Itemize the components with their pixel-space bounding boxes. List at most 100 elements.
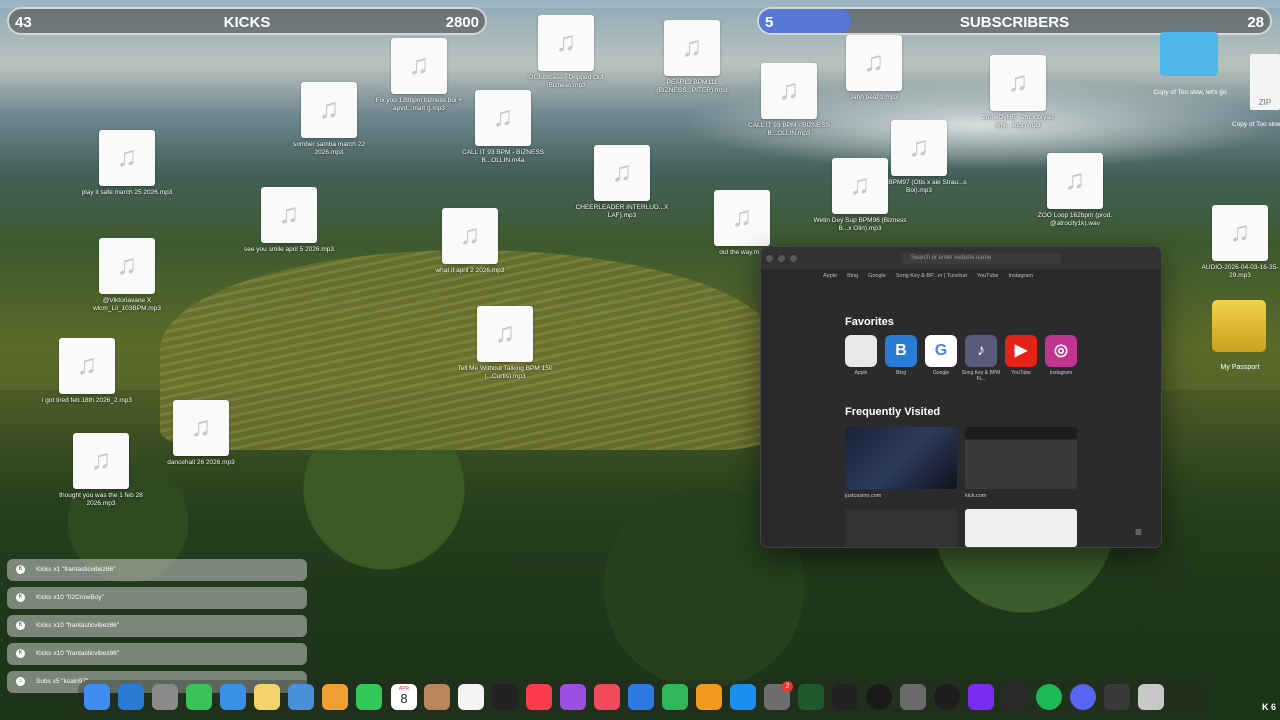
desktop-file[interactable]: ♫ dancehall 26 2026.mp3 (153, 400, 249, 467)
instagram-icon: ◎ (1045, 335, 1077, 367)
desktop-file[interactable]: ♫ Tell Me Without Talking BPM 150 (...Cur… (457, 306, 553, 381)
desktop-file[interactable]: ♫ CHEERLEADER INTERLUD...X LAF).mp3 (574, 145, 670, 220)
folder-icon[interactable] (1160, 32, 1218, 76)
google-icon: G (925, 335, 957, 367)
audio-file-icon: ♫ (173, 400, 229, 456)
bookmark-apple[interactable]: Apple (823, 273, 837, 279)
desktop-file[interactable]: ♫ 2forwOyNE - 2fo x bryan tyty-...inor).m… (970, 55, 1066, 130)
subscribers-counter: 5 SUBSCRIBERS 28 (757, 7, 1272, 35)
audio2-icon[interactable] (1002, 684, 1028, 710)
preview-icon[interactable] (288, 684, 314, 710)
messages-icon[interactable] (186, 684, 212, 710)
compressor-icon[interactable] (900, 684, 926, 710)
audio-file-icon: ♫ (477, 306, 533, 362)
reminders-icon[interactable] (458, 684, 484, 710)
desktop-file[interactable]: ♫ i got tired feb 18th 2026_2.mp3 (39, 338, 135, 405)
notification: K Kicks x1 "frantasticvibez86" (7, 559, 307, 581)
site-thumbnail (965, 427, 1077, 489)
bing-icon: B (885, 335, 917, 367)
obs-icon[interactable] (934, 684, 960, 710)
audio-file-icon: ♫ (832, 158, 888, 214)
desktop-file[interactable]: ♫ Fix you 128bpm bizness boi + apvd...mat… (371, 38, 467, 113)
discord-icon[interactable] (1070, 684, 1096, 710)
launchpad-icon[interactable] (152, 684, 178, 710)
audio-file-icon: ♫ (475, 90, 531, 146)
safari-toolbar: Search or enter website name (761, 247, 1161, 269)
bookmarks-bar: Apple Bing Google Song Key & BP...er | T… (761, 269, 1161, 283)
close-button[interactable] (766, 254, 773, 262)
kick-icon: K (16, 565, 25, 574)
desktop-file[interactable]: ♫ what if april 2 2026.mp3 (422, 208, 518, 275)
desktop-file[interactable]: ♫ @Viktoriavane X wlcm_Lil_103BPM.mp3 (79, 238, 175, 313)
address-bar[interactable]: Search or enter website name (901, 253, 1061, 264)
notes-icon[interactable] (254, 684, 280, 710)
bookmark-tunebat[interactable]: Song Key & BP...er | Tunebat (896, 273, 967, 279)
favorites-heading: Favorites (845, 316, 894, 328)
zoom-button[interactable] (790, 254, 797, 262)
notification: K Kicks x10 "frantasticvibez86" (7, 643, 307, 665)
news-icon[interactable] (594, 684, 620, 710)
audio-file-icon: ♫ (846, 35, 902, 91)
frequent-site-empty[interactable] (845, 509, 957, 547)
desktop-file[interactable]: ♫ Of Justcase - Dripped Out (Bizness.mp3 (518, 15, 614, 90)
desktop-file[interactable]: ♫ AUDIO-2026-04-03-16-35-29.mp3 (1192, 205, 1280, 280)
ilok-icon[interactable] (832, 684, 858, 710)
desktop-file[interactable]: ♫ see you smile april 5 2026.mp3 (241, 187, 337, 254)
desktop-file[interactable]: ♫ CALL IT 93 BPM - BIZNESS B...OLLIN.m4a (455, 90, 551, 165)
minimize-button[interactable] (778, 254, 785, 262)
favorite-google[interactable]: G Google (921, 335, 961, 376)
safari-window[interactable]: Search or enter website name Apple Bing … (760, 246, 1162, 548)
site-thumbnail (845, 427, 957, 489)
calendar-icon[interactable]: APR 8 (391, 684, 417, 710)
photos-icon[interactable] (322, 684, 348, 710)
favorite-apple[interactable]: Apple (841, 335, 881, 376)
circle-app-icon[interactable] (866, 684, 892, 710)
app-store-icon[interactable] (730, 684, 756, 710)
desktop-file[interactable]: ♫ CALL IT 93 BPM - BIZNESS B...OLLIN.mp3 (741, 63, 837, 138)
bookmark-bing[interactable]: Bing (847, 273, 858, 279)
logic-icon[interactable] (798, 684, 824, 710)
favorite-instagram[interactable]: ◎ Instagram (1041, 335, 1081, 376)
bookmark-google[interactable]: Google (868, 273, 886, 279)
contacts-icon[interactable] (424, 684, 450, 710)
bookmark-instagram[interactable]: Instagram (1009, 273, 1033, 279)
favorite-youtube[interactable]: ▶ YouTube (1001, 335, 1041, 376)
safari-icon[interactable] (118, 684, 144, 710)
zip-file-icon[interactable]: ZIP (1250, 54, 1280, 110)
kicks-label: KICKS (223, 14, 271, 31)
audio-file-icon: ♫ (538, 15, 594, 71)
desktop-file[interactable]: ♫ ZOO Loop 162bpm (prod. @atrocity1k).wav (1027, 153, 1123, 228)
bookmark-youtube[interactable]: YouTube (977, 273, 999, 279)
tv-icon[interactable] (492, 684, 518, 710)
kicks-counter: 43 KICKS 2800 (7, 7, 487, 35)
audio-file-icon: ♫ (761, 63, 817, 119)
drive-icon[interactable] (1212, 300, 1266, 352)
numbers-icon[interactable] (662, 684, 688, 710)
desktop-file[interactable]: ♫ PEARL2 BPM111 (BIZNESS...PITER).mp3 (644, 20, 740, 95)
audio-file-icon: ♫ (664, 20, 720, 76)
podcasts-icon[interactable] (560, 684, 586, 710)
finder-icon[interactable] (84, 684, 110, 710)
kick-icon: K (16, 593, 25, 602)
frequent-site-thumbnail[interactable] (965, 509, 1077, 547)
activity-monitor-icon[interactable] (1104, 684, 1130, 710)
keynote-icon[interactable] (628, 684, 654, 710)
audio-file-icon: ♫ (301, 82, 357, 138)
trash-icon[interactable] (1138, 684, 1164, 710)
audio-icon[interactable] (968, 684, 994, 710)
music-icon[interactable] (526, 684, 552, 710)
desktop-file[interactable]: ♫ Jahh beat 1.mp3 (826, 35, 922, 102)
facetime-icon[interactable] (356, 684, 382, 710)
settings-icon[interactable]: ≡ (1135, 525, 1142, 539)
desktop-file[interactable]: ♫ thought you was the 1 feb 28 2026.mp3 (53, 433, 149, 508)
desktop-file[interactable]: ♫ Wetin Dey Sup BPM96 (Bizness B...x Olin… (812, 158, 908, 233)
pages-icon[interactable] (696, 684, 722, 710)
frequent-site-justcasino[interactable]: justcasino.com (845, 427, 957, 499)
spotify-icon[interactable] (1036, 684, 1062, 710)
desktop-file[interactable]: ♫ play it safe march 25 2026.mp3 (79, 130, 175, 197)
favorite-tunebat[interactable]: ♪ Song Key & BPM Fi... (961, 335, 1001, 382)
frequent-site-kick[interactable]: kick.com (965, 427, 1077, 499)
favorite-bing[interactable]: B Bing (881, 335, 921, 376)
mail-icon[interactable] (220, 684, 246, 710)
desktop-file[interactable]: ♫ somber samba march 22 2026.mp3 (281, 82, 377, 157)
